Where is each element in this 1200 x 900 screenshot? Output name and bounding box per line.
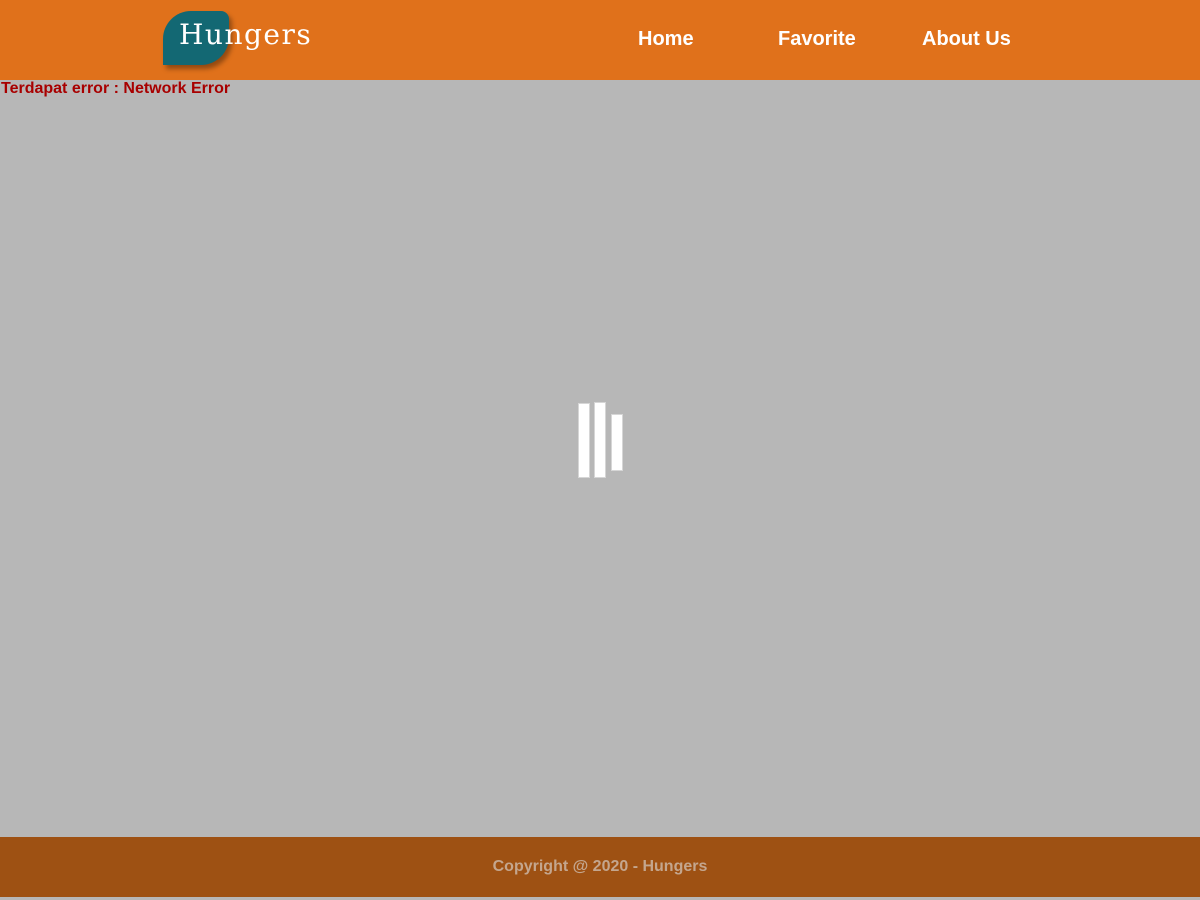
copyright-text: Copyright @ 2020 - Hungers [492, 858, 708, 875]
brand-logo[interactable]: Hungers [163, 10, 313, 68]
loader-bar [611, 414, 623, 471]
loading-bars-icon [578, 402, 624, 478]
loader-bar [578, 403, 590, 478]
loader-bar [594, 402, 606, 478]
app-header: Hungers Home Favorite About Us [0, 0, 1200, 80]
brand-name: Hungers [179, 18, 313, 51]
nav-about-us-link[interactable]: About Us [922, 28, 1011, 51]
error-message: Terdapat error : Network Error [1, 80, 231, 97]
app-footer: Copyright @ 2020 - Hungers [0, 837, 1200, 897]
nav-favorite-link[interactable]: Favorite [778, 28, 856, 51]
nav-home-link[interactable]: Home [638, 28, 694, 51]
